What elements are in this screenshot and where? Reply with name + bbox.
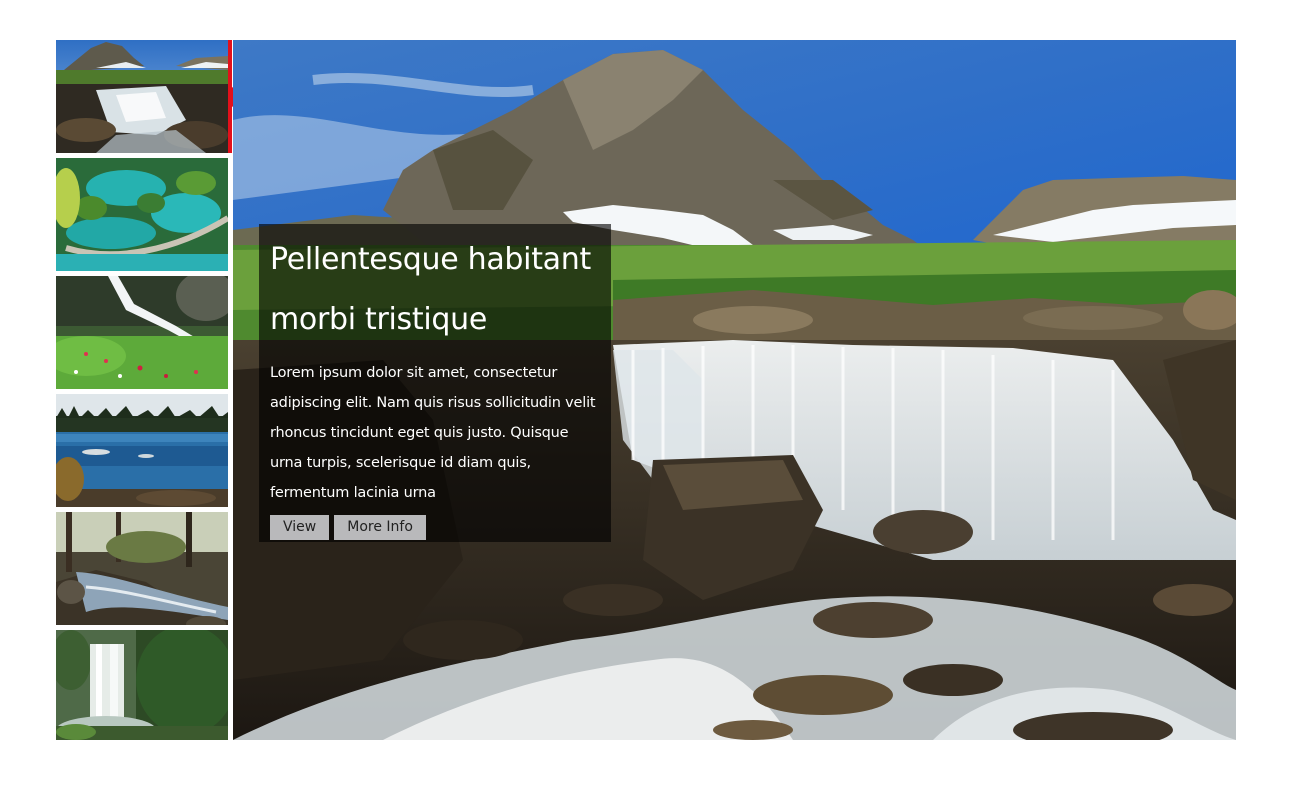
slide-caption-title: Pellentesque habitant morbi tristique — [270, 242, 591, 337]
image-gallery: Pellentesque habitant morbi tristique Lo… — [56, 40, 1236, 740]
slide-caption-panel: Pellentesque habitant morbi tristique Lo… — [259, 224, 611, 542]
thumbnail-strip — [56, 40, 246, 740]
thumbnail-turquoise-lakes[interactable] — [56, 158, 228, 271]
thumbnail-jungle-waterfall[interactable] — [56, 630, 228, 740]
thumbnail-forest-stream[interactable] — [56, 512, 228, 625]
slide-caption-text: Lorem ipsum dolor sit amet, consectetur … — [270, 365, 596, 501]
slide-caption-actions: View More Info — [270, 515, 599, 540]
thumbnail-mountain-waterfall[interactable] — [56, 40, 228, 153]
thumbnail-waterfall-meadow[interactable] — [56, 276, 228, 389]
more-info-button[interactable]: More Info — [334, 515, 426, 540]
thumbnail-lake-treeline[interactable] — [56, 394, 228, 507]
view-button[interactable]: View — [270, 515, 330, 540]
